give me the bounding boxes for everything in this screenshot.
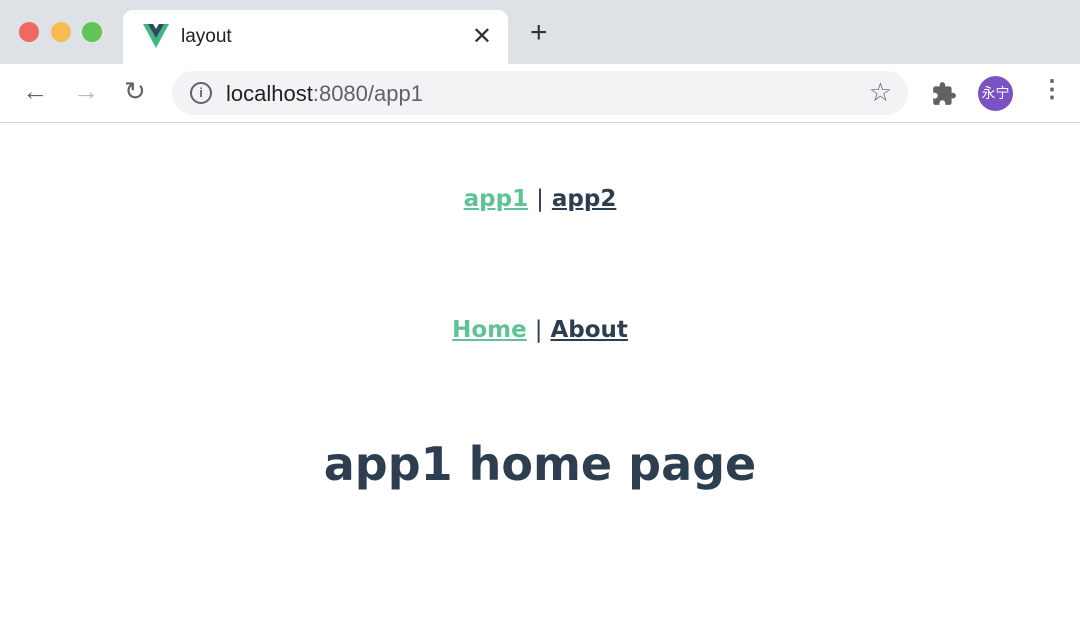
close-tab-icon[interactable]: ✕	[472, 22, 492, 51]
vue-logo-icon	[143, 24, 169, 48]
browser-toolbar: ← → ↻ i localhost:8080/app1 ☆ 永宁 ⋮	[0, 64, 1080, 123]
browser-tab[interactable]: layout ✕	[123, 10, 508, 64]
tab-strip: layout ✕ +	[0, 0, 1080, 64]
extensions-puzzle-icon[interactable]	[931, 81, 957, 107]
nav-link-app2[interactable]: app2	[552, 186, 616, 212]
tab-title: layout	[181, 26, 232, 47]
separator: |	[534, 317, 543, 343]
nav-link-app1[interactable]: app1	[464, 186, 528, 212]
forward-button[interactable]: →	[73, 78, 99, 104]
reload-button[interactable]: ↻	[124, 78, 146, 104]
page-nav: Home | About	[0, 317, 1080, 343]
info-icon[interactable]: i	[190, 82, 212, 104]
profile-avatar[interactable]: 永宁	[978, 76, 1013, 111]
minimize-window-button[interactable]	[51, 22, 71, 42]
nav-link-home[interactable]: Home	[452, 317, 527, 343]
maximize-window-button[interactable]	[82, 22, 102, 42]
separator: |	[536, 186, 544, 212]
nav-link-about[interactable]: About	[550, 317, 627, 343]
url-text[interactable]: localhost:8080/app1	[226, 81, 423, 107]
app-nav: app1 | app2	[0, 186, 1080, 212]
back-button[interactable]: ←	[22, 78, 48, 104]
close-window-button[interactable]	[19, 22, 39, 42]
new-tab-button[interactable]: +	[530, 18, 548, 48]
bookmark-star-icon[interactable]: ☆	[869, 77, 892, 108]
menu-kebab-icon[interactable]: ⋮	[1040, 78, 1064, 102]
address-bar[interactable]: i localhost:8080/app1 ☆	[172, 71, 908, 115]
page-heading: app1 home page	[323, 437, 757, 491]
